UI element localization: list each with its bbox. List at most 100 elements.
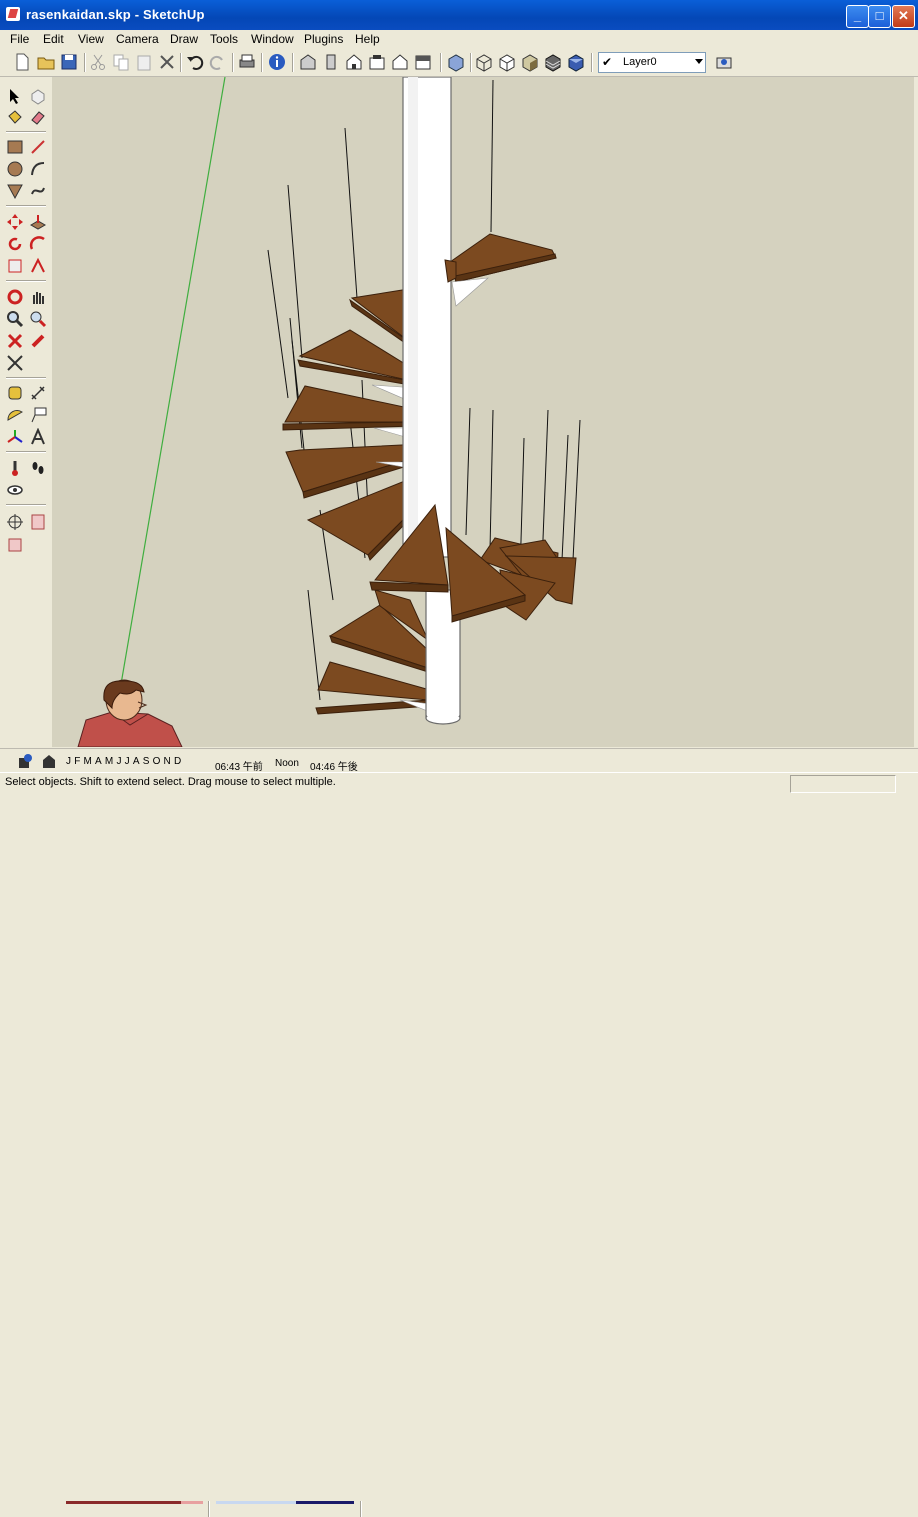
polygon-icon[interactable] xyxy=(6,182,24,200)
zoom-extents-icon[interactable] xyxy=(6,354,24,372)
display-shadows-icon[interactable] xyxy=(40,752,58,770)
eraser-icon[interactable] xyxy=(29,108,47,126)
menu-bar: File Edit View Camera Draw Tools Window … xyxy=(0,30,918,49)
freehand-icon[interactable] xyxy=(29,182,47,200)
separator xyxy=(360,1501,362,1517)
layer-manager-icon[interactable] xyxy=(714,52,734,72)
3d-text-icon[interactable] xyxy=(29,428,47,446)
hidden-line-icon[interactable] xyxy=(497,52,517,72)
copy-icon[interactable] xyxy=(111,52,131,72)
print-icon[interactable] xyxy=(237,52,257,72)
window-title: rasenkaidan.skp - SketchUp xyxy=(26,7,205,22)
shaded-icon[interactable] xyxy=(520,52,540,72)
rectangle-icon[interactable] xyxy=(6,138,24,156)
circle-icon[interactable] xyxy=(6,160,24,178)
minimize-button[interactable]: _ xyxy=(846,5,869,28)
rotate-icon[interactable] xyxy=(6,235,24,253)
text-tool-icon[interactable] xyxy=(29,406,47,424)
make-component-icon[interactable] xyxy=(29,87,47,105)
front-view-icon[interactable] xyxy=(344,52,364,72)
date-slider-remainder xyxy=(181,1501,203,1504)
monochrome-icon[interactable] xyxy=(566,52,586,72)
time-slider[interactable] xyxy=(216,1501,296,1504)
pencil-line-icon[interactable] xyxy=(29,138,47,156)
left-toolbar xyxy=(0,77,52,747)
menu-edit[interactable]: Edit xyxy=(43,32,64,46)
drawing-viewport[interactable] xyxy=(52,77,914,747)
close-button[interactable]: ✕ xyxy=(892,5,915,28)
sandbox-icon[interactable] xyxy=(6,536,24,554)
open-folder-icon[interactable] xyxy=(36,52,56,72)
axes-icon[interactable] xyxy=(6,428,24,446)
maximize-button[interactable]: □ xyxy=(868,5,891,28)
menu-camera[interactable]: Camera xyxy=(116,32,159,46)
title-bar: rasenkaidan.skp - SketchUp _ □ ✕ xyxy=(0,0,918,30)
iso-view-icon[interactable] xyxy=(298,52,318,72)
measurements-box[interactable] xyxy=(790,775,896,793)
status-hint: Select objects. Shift to extend select. … xyxy=(5,776,336,788)
xray-icon[interactable] xyxy=(446,52,466,72)
menu-plugins[interactable]: Plugins xyxy=(304,32,343,46)
next-view-icon[interactable] xyxy=(29,332,47,350)
main-toolbar xyxy=(0,49,918,77)
time-noon-label: Noon xyxy=(275,758,299,769)
layer-dropdown[interactable]: ✔ Layer0 xyxy=(598,52,706,73)
back-view-icon[interactable] xyxy=(390,52,410,72)
tape-measure-icon[interactable] xyxy=(6,384,24,402)
shaded-textures-icon[interactable] xyxy=(543,52,563,72)
zoom-window-icon[interactable] xyxy=(29,310,47,328)
green-axis-line xyxy=(119,77,226,691)
scale-figure-person xyxy=(77,679,183,747)
menu-window[interactable]: Window xyxy=(251,32,294,46)
push-pull-icon[interactable] xyxy=(29,213,47,231)
month-labels: JFMAMJJASOND xyxy=(66,756,185,767)
top-view-icon[interactable] xyxy=(321,52,341,72)
menu-view[interactable]: View xyxy=(78,32,104,46)
date-slider[interactable] xyxy=(66,1501,181,1504)
pan-hand-icon[interactable] xyxy=(29,288,47,306)
time-start-label: 06:43 午前 xyxy=(215,762,263,773)
menu-file[interactable]: File xyxy=(10,32,29,46)
model-info-icon[interactable] xyxy=(267,52,287,72)
right-view-icon[interactable] xyxy=(367,52,387,72)
checkmark-icon: ✔ xyxy=(602,55,613,69)
time-slider-remainder xyxy=(296,1501,354,1504)
select-arrow-icon[interactable] xyxy=(6,87,24,105)
previous-view-icon[interactable] xyxy=(6,332,24,350)
component-browser-icon[interactable] xyxy=(29,513,47,531)
sketchup-app-icon xyxy=(6,7,20,21)
orbit-icon[interactable] xyxy=(6,288,24,306)
status-bar: Select objects. Shift to extend select. … xyxy=(0,772,918,795)
look-around-eye-icon[interactable] xyxy=(6,481,24,499)
erase-icon[interactable] xyxy=(157,52,177,72)
zoom-icon[interactable] xyxy=(6,310,24,328)
left-view-icon[interactable] xyxy=(413,52,433,72)
cut-icon[interactable] xyxy=(88,52,108,72)
chevron-down-icon xyxy=(695,59,703,64)
walk-footprints-icon[interactable] xyxy=(29,459,47,477)
spiral-staircase-model xyxy=(77,77,581,747)
paste-icon[interactable] xyxy=(134,52,154,72)
dimension-icon[interactable] xyxy=(29,384,47,402)
move-icon[interactable] xyxy=(6,213,24,231)
save-icon[interactable] xyxy=(59,52,79,72)
new-file-icon[interactable] xyxy=(12,52,32,72)
time-end-label: 04:46 午後 xyxy=(310,762,358,773)
menu-draw[interactable]: Draw xyxy=(170,32,198,46)
section-plane-icon[interactable] xyxy=(6,513,24,531)
menu-tools[interactable]: Tools xyxy=(210,32,238,46)
separator xyxy=(208,1501,210,1517)
wireframe-icon[interactable] xyxy=(474,52,494,72)
position-camera-icon[interactable] xyxy=(6,459,24,477)
paint-bucket-icon[interactable] xyxy=(6,108,24,126)
follow-me-icon[interactable] xyxy=(29,235,47,253)
protractor-icon[interactable] xyxy=(6,406,24,424)
shadow-settings-icon[interactable] xyxy=(16,752,34,770)
undo-icon[interactable] xyxy=(185,52,205,72)
offset-icon[interactable] xyxy=(29,257,47,275)
redo-icon[interactable] xyxy=(208,52,228,72)
arc-icon[interactable] xyxy=(29,160,47,178)
menu-help[interactable]: Help xyxy=(355,32,380,46)
scale-icon[interactable] xyxy=(6,257,24,275)
layer-name: Layer0 xyxy=(623,56,657,68)
